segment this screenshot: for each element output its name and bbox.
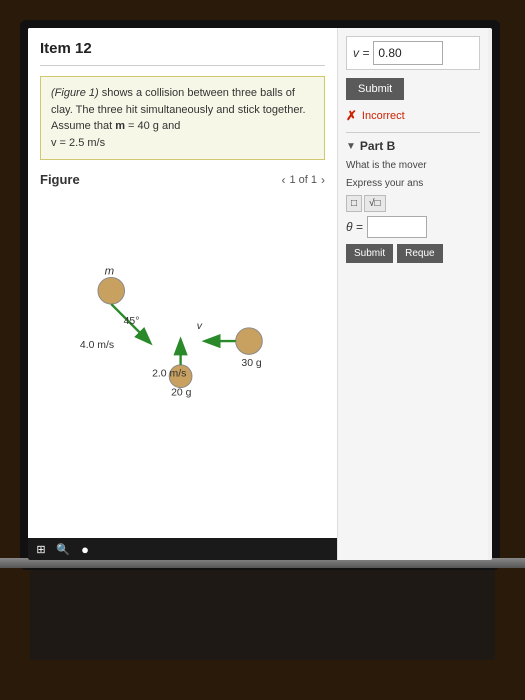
part-b-section: ▼ Part B What is the mover Express your … <box>346 132 480 263</box>
problem-text-part1: (Figure 1) shows a collision between thr… <box>51 87 306 132</box>
submit-button[interactable]: Submit <box>346 78 404 100</box>
part-b-submit-button[interactable]: Submit <box>346 244 393 263</box>
theta-row: θ = <box>346 216 480 238</box>
figure-area: m 45° 4.0 m/s 30 g v <box>40 195 325 415</box>
figure-header: Figure ‹ 1 of 1 › <box>40 172 325 187</box>
fraction-button[interactable]: □ <box>346 195 362 212</box>
part-b-title: Part B <box>360 139 395 153</box>
svg-text:45°: 45° <box>124 316 140 327</box>
part-b-header: ▼ Part B <box>346 139 480 153</box>
part-b-description-1: What is the mover <box>346 159 480 173</box>
figure-label: Figure <box>40 172 80 187</box>
right-panel: v = Submit ✗ Incorrect ▼ Part B What is … <box>338 28 488 560</box>
diagram-svg: m 45° 4.0 m/s 30 g v <box>40 195 325 415</box>
theta-label: θ = <box>346 220 363 234</box>
svg-text:v: v <box>197 321 203 332</box>
svg-text:30 g: 30 g <box>241 358 262 369</box>
figure-page: 1 of 1 <box>289 174 317 186</box>
search-icon[interactable]: 🔍 <box>56 542 70 556</box>
incorrect-text: Incorrect <box>362 110 405 122</box>
answer-label: v = <box>353 46 369 60</box>
item-title: Item 12 <box>40 40 325 66</box>
answer-input[interactable] <box>373 41 443 65</box>
theta-input[interactable] <box>367 216 427 238</box>
svg-text:20 g: 20 g <box>171 387 192 398</box>
taskbar: ⊞ 🔍 ● <box>28 538 338 560</box>
svg-text:2.0 m/s: 2.0 m/s <box>152 368 186 379</box>
svg-text:m: m <box>105 266 115 278</box>
figure-nav[interactable]: ‹ 1 of 1 › <box>281 173 325 187</box>
incorrect-row: ✗ Incorrect <box>346 108 480 124</box>
main-panel: Item 12 (Figure 1) shows a collision bet… <box>28 28 338 560</box>
answer-row: v = <box>346 36 480 70</box>
sqrt-button[interactable]: √□ <box>364 195 386 212</box>
problem-velocity: v = 2.5 m/s <box>51 137 105 149</box>
windows-icon[interactable]: ⊞ <box>34 542 48 556</box>
bottom-buttons: Submit Reque <box>346 244 480 263</box>
next-figure-arrow[interactable]: › <box>321 173 325 187</box>
request-button[interactable]: Reque <box>397 244 442 263</box>
x-icon: ✗ <box>346 108 357 124</box>
svg-text:4.0 m/s: 4.0 m/s <box>80 340 114 351</box>
prev-figure-arrow[interactable]: ‹ <box>281 173 285 187</box>
math-toolbar: □ √□ <box>346 195 480 212</box>
part-b-description-2: Express your ans <box>346 177 480 191</box>
chrome-icon[interactable]: ● <box>78 542 92 556</box>
triangle-icon: ▼ <box>346 141 356 152</box>
keyboard-area <box>30 570 495 660</box>
problem-text: (Figure 1) shows a collision between thr… <box>40 76 325 160</box>
